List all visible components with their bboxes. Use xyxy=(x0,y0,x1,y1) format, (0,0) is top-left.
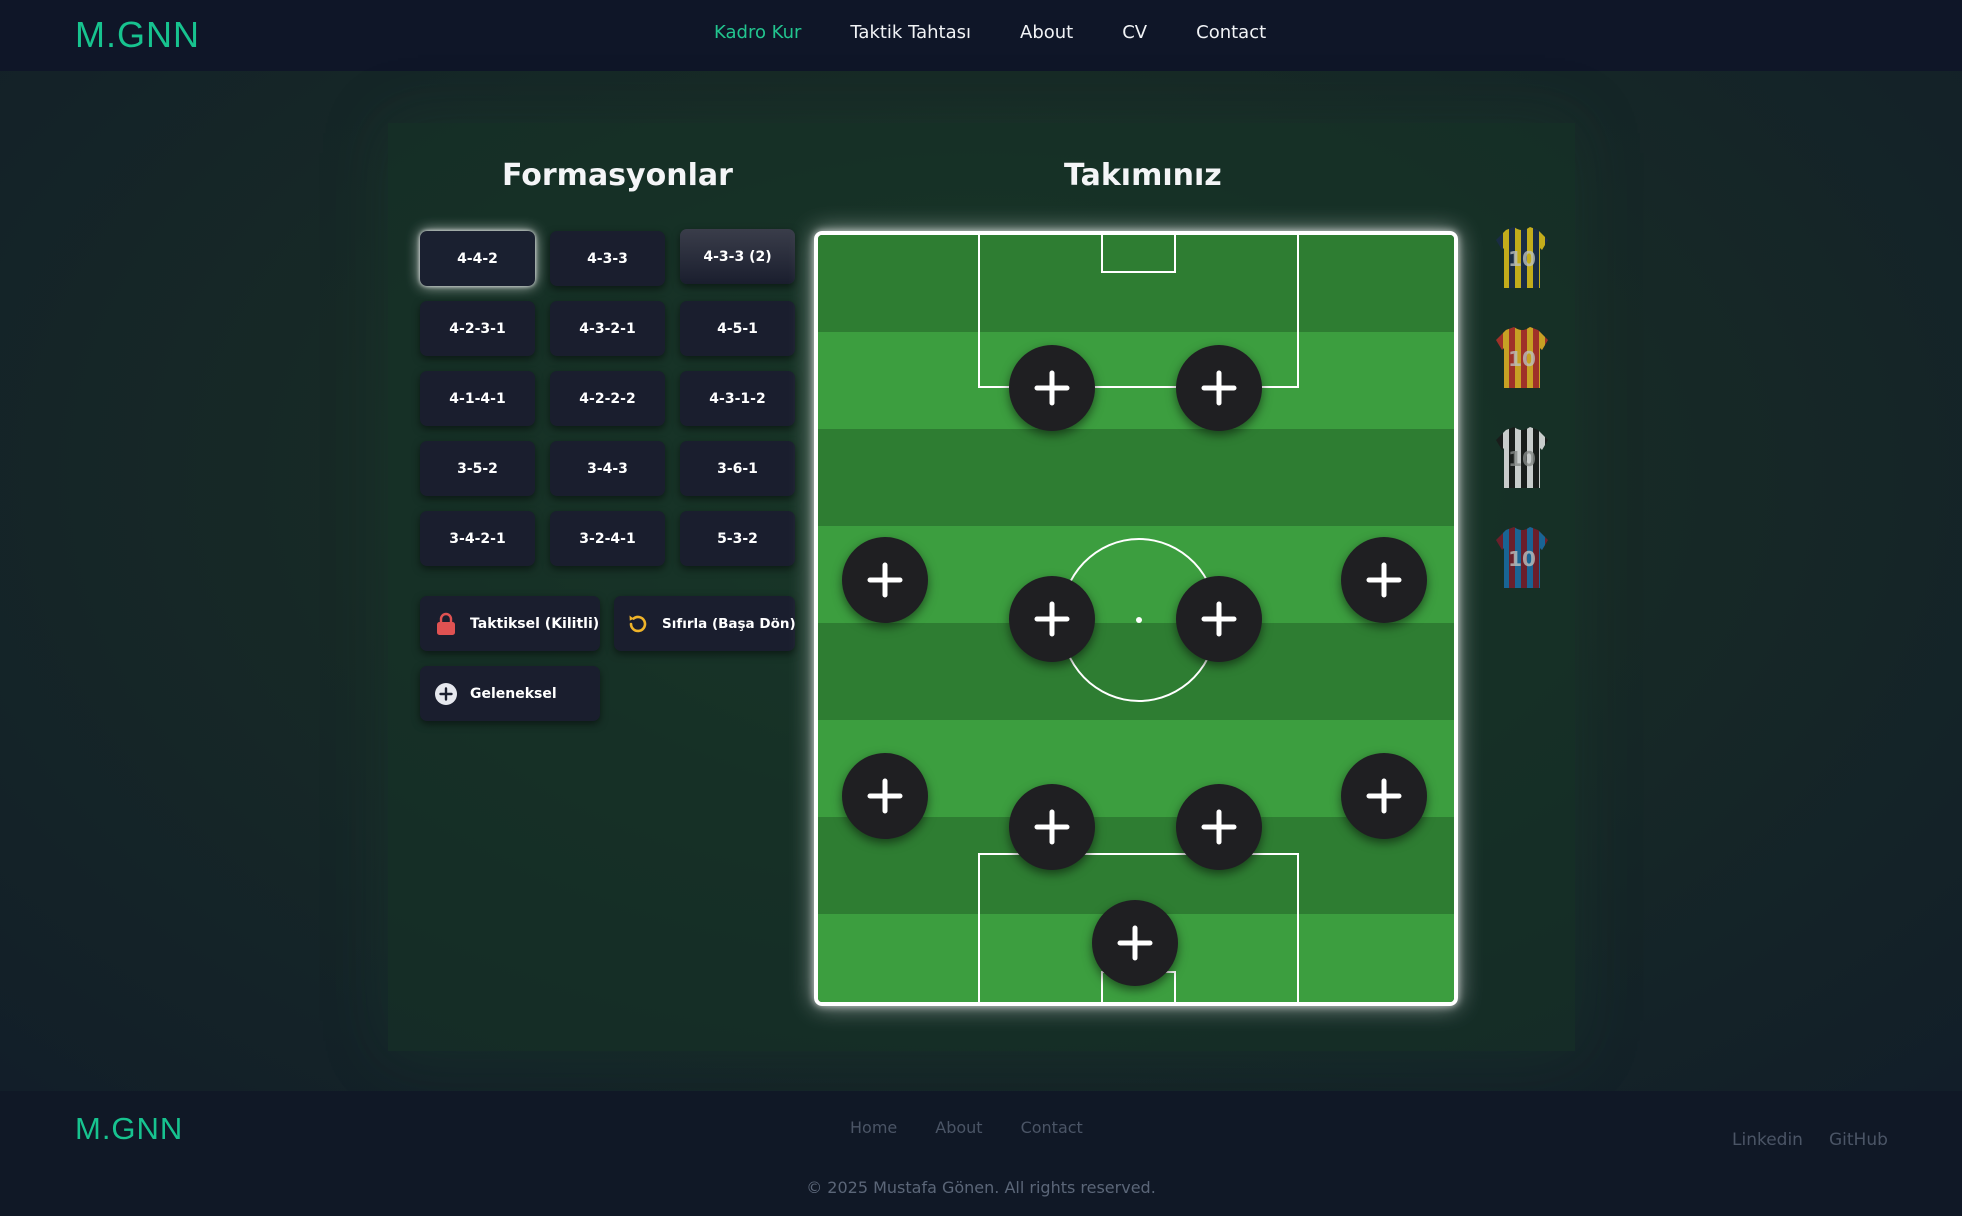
reset-label: Sıfırla (Başa Dön) xyxy=(662,615,796,632)
plus-icon xyxy=(1034,809,1070,845)
formation-button-4-4-2[interactable]: 4-4-2 xyxy=(420,231,535,286)
plus-icon xyxy=(1201,601,1237,637)
footer: M.GNN Home About Contact Linkedin GitHub… xyxy=(0,1091,1962,1216)
player-slot-goalkeeper[interactable] xyxy=(1092,900,1178,986)
copyright-text: © 2025 Mustafa Gönen. All rights reserve… xyxy=(806,1178,1156,1197)
brand-logo[interactable]: M.GNN xyxy=(75,14,200,56)
jersey-icon: 10 xyxy=(1496,427,1548,488)
player-slot-center-back-left[interactable] xyxy=(1009,784,1095,870)
tactical-mode-button[interactable]: Taktiksel (Kilitli) xyxy=(420,596,600,651)
center-spot xyxy=(1136,617,1142,623)
player-slot-center-midfield-left[interactable] xyxy=(1009,576,1095,662)
svg-text:10: 10 xyxy=(1508,347,1536,371)
social-links: Linkedin GitHub xyxy=(1732,1130,1914,1150)
formation-button-3-6-1[interactable]: 3-6-1 xyxy=(680,441,795,496)
footer-logo[interactable]: M.GNN xyxy=(75,1111,183,1147)
footer-link-contact[interactable]: Contact xyxy=(1021,1118,1083,1137)
formation-button-4-3-3[interactable]: 4-3-3 xyxy=(550,231,665,286)
plus-icon xyxy=(867,562,903,598)
footer-link-about[interactable]: About xyxy=(935,1118,982,1137)
formation-button-4-1-4-1[interactable]: 4-1-4-1 xyxy=(420,371,535,426)
player-slot-forward-right[interactable] xyxy=(1176,345,1262,431)
formation-button-3-4-3[interactable]: 3-4-3 xyxy=(550,441,665,496)
nav-cv[interactable]: CV xyxy=(1122,22,1147,43)
traditional-mode-button[interactable]: Geleneksel xyxy=(420,666,600,721)
svg-text:10: 10 xyxy=(1508,447,1536,471)
formations-heading: Formasyonlar xyxy=(502,158,733,193)
nav-kadro-kur[interactable]: Kadro Kur xyxy=(714,22,801,43)
plus-icon xyxy=(1366,778,1402,814)
tactical-mode-label: Taktiksel (Kilitli) xyxy=(470,615,600,632)
player-slot-left-back[interactable] xyxy=(842,753,928,839)
nav-about[interactable]: About xyxy=(1020,22,1073,43)
lock-icon xyxy=(434,612,458,636)
formation-button-4-3-3-2[interactable]: 4-3-3 (2) xyxy=(680,229,795,284)
top-navbar: M.GNN Kadro Kur Taktik Tahtası About CV … xyxy=(0,0,1962,71)
player-slot-forward-left[interactable] xyxy=(1009,345,1095,431)
player-slot-right-back[interactable] xyxy=(1341,753,1427,839)
formation-button-3-5-2[interactable]: 3-5-2 xyxy=(420,441,535,496)
jersey-yellow-navy[interactable]: 10 xyxy=(1494,226,1550,290)
nav-taktik-tahtasi[interactable]: Taktik Tahtası xyxy=(850,22,971,43)
svg-text:10: 10 xyxy=(1508,247,1536,271)
plus-circle-icon xyxy=(434,682,458,706)
player-slot-center-midfield-right[interactable] xyxy=(1176,576,1262,662)
jersey-icon: 10 xyxy=(1496,527,1548,588)
top-goal-area xyxy=(1101,235,1176,273)
jersey-icon: 10 xyxy=(1496,327,1548,388)
player-slot-left-midfield[interactable] xyxy=(842,537,928,623)
svg-text:10: 10 xyxy=(1508,547,1536,571)
jersey-blue-maroon[interactable]: 10 xyxy=(1494,526,1550,590)
formation-button-4-3-2-1[interactable]: 4-3-2-1 xyxy=(550,301,665,356)
plus-icon xyxy=(1201,370,1237,406)
player-slot-right-midfield[interactable] xyxy=(1341,537,1427,623)
player-slot-center-back-right[interactable] xyxy=(1176,784,1262,870)
reset-button[interactable]: Sıfırla (Başa Dön) xyxy=(614,596,796,651)
linkedin-link[interactable]: Linkedin xyxy=(1732,1130,1803,1150)
formation-button-3-2-4-1[interactable]: 3-2-4-1 xyxy=(550,511,665,566)
reset-icon xyxy=(626,612,650,636)
formation-button-5-3-2[interactable]: 5-3-2 xyxy=(680,511,795,566)
jersey-red-yellow[interactable]: 10 xyxy=(1494,326,1550,390)
footer-links: Home About Contact xyxy=(850,1118,1121,1137)
football-pitch xyxy=(814,231,1458,1006)
formation-button-4-3-1-2[interactable]: 4-3-1-2 xyxy=(680,371,795,426)
github-link[interactable]: GitHub xyxy=(1829,1130,1888,1150)
plus-icon xyxy=(1366,562,1402,598)
formation-button-4-2-2-2[interactable]: 4-2-2-2 xyxy=(550,371,665,426)
plus-icon xyxy=(1117,925,1153,961)
plus-icon xyxy=(1034,370,1070,406)
formation-button-4-2-3-1[interactable]: 4-2-3-1 xyxy=(420,301,535,356)
jersey-black-white[interactable]: 10 xyxy=(1494,426,1550,490)
team-heading: Takımınız xyxy=(1064,158,1222,193)
plus-icon xyxy=(867,778,903,814)
traditional-mode-label: Geleneksel xyxy=(470,685,557,702)
nav-contact[interactable]: Contact xyxy=(1196,22,1266,43)
main-nav: Kadro Kur Taktik Tahtası About CV Contac… xyxy=(714,22,1315,43)
jersey-icon: 10 xyxy=(1496,227,1548,288)
plus-icon xyxy=(1201,809,1237,845)
formation-button-3-4-2-1[interactable]: 3-4-2-1 xyxy=(420,511,535,566)
plus-icon xyxy=(1034,601,1070,637)
footer-link-home[interactable]: Home xyxy=(850,1118,897,1137)
formation-button-4-5-1[interactable]: 4-5-1 xyxy=(680,301,795,356)
